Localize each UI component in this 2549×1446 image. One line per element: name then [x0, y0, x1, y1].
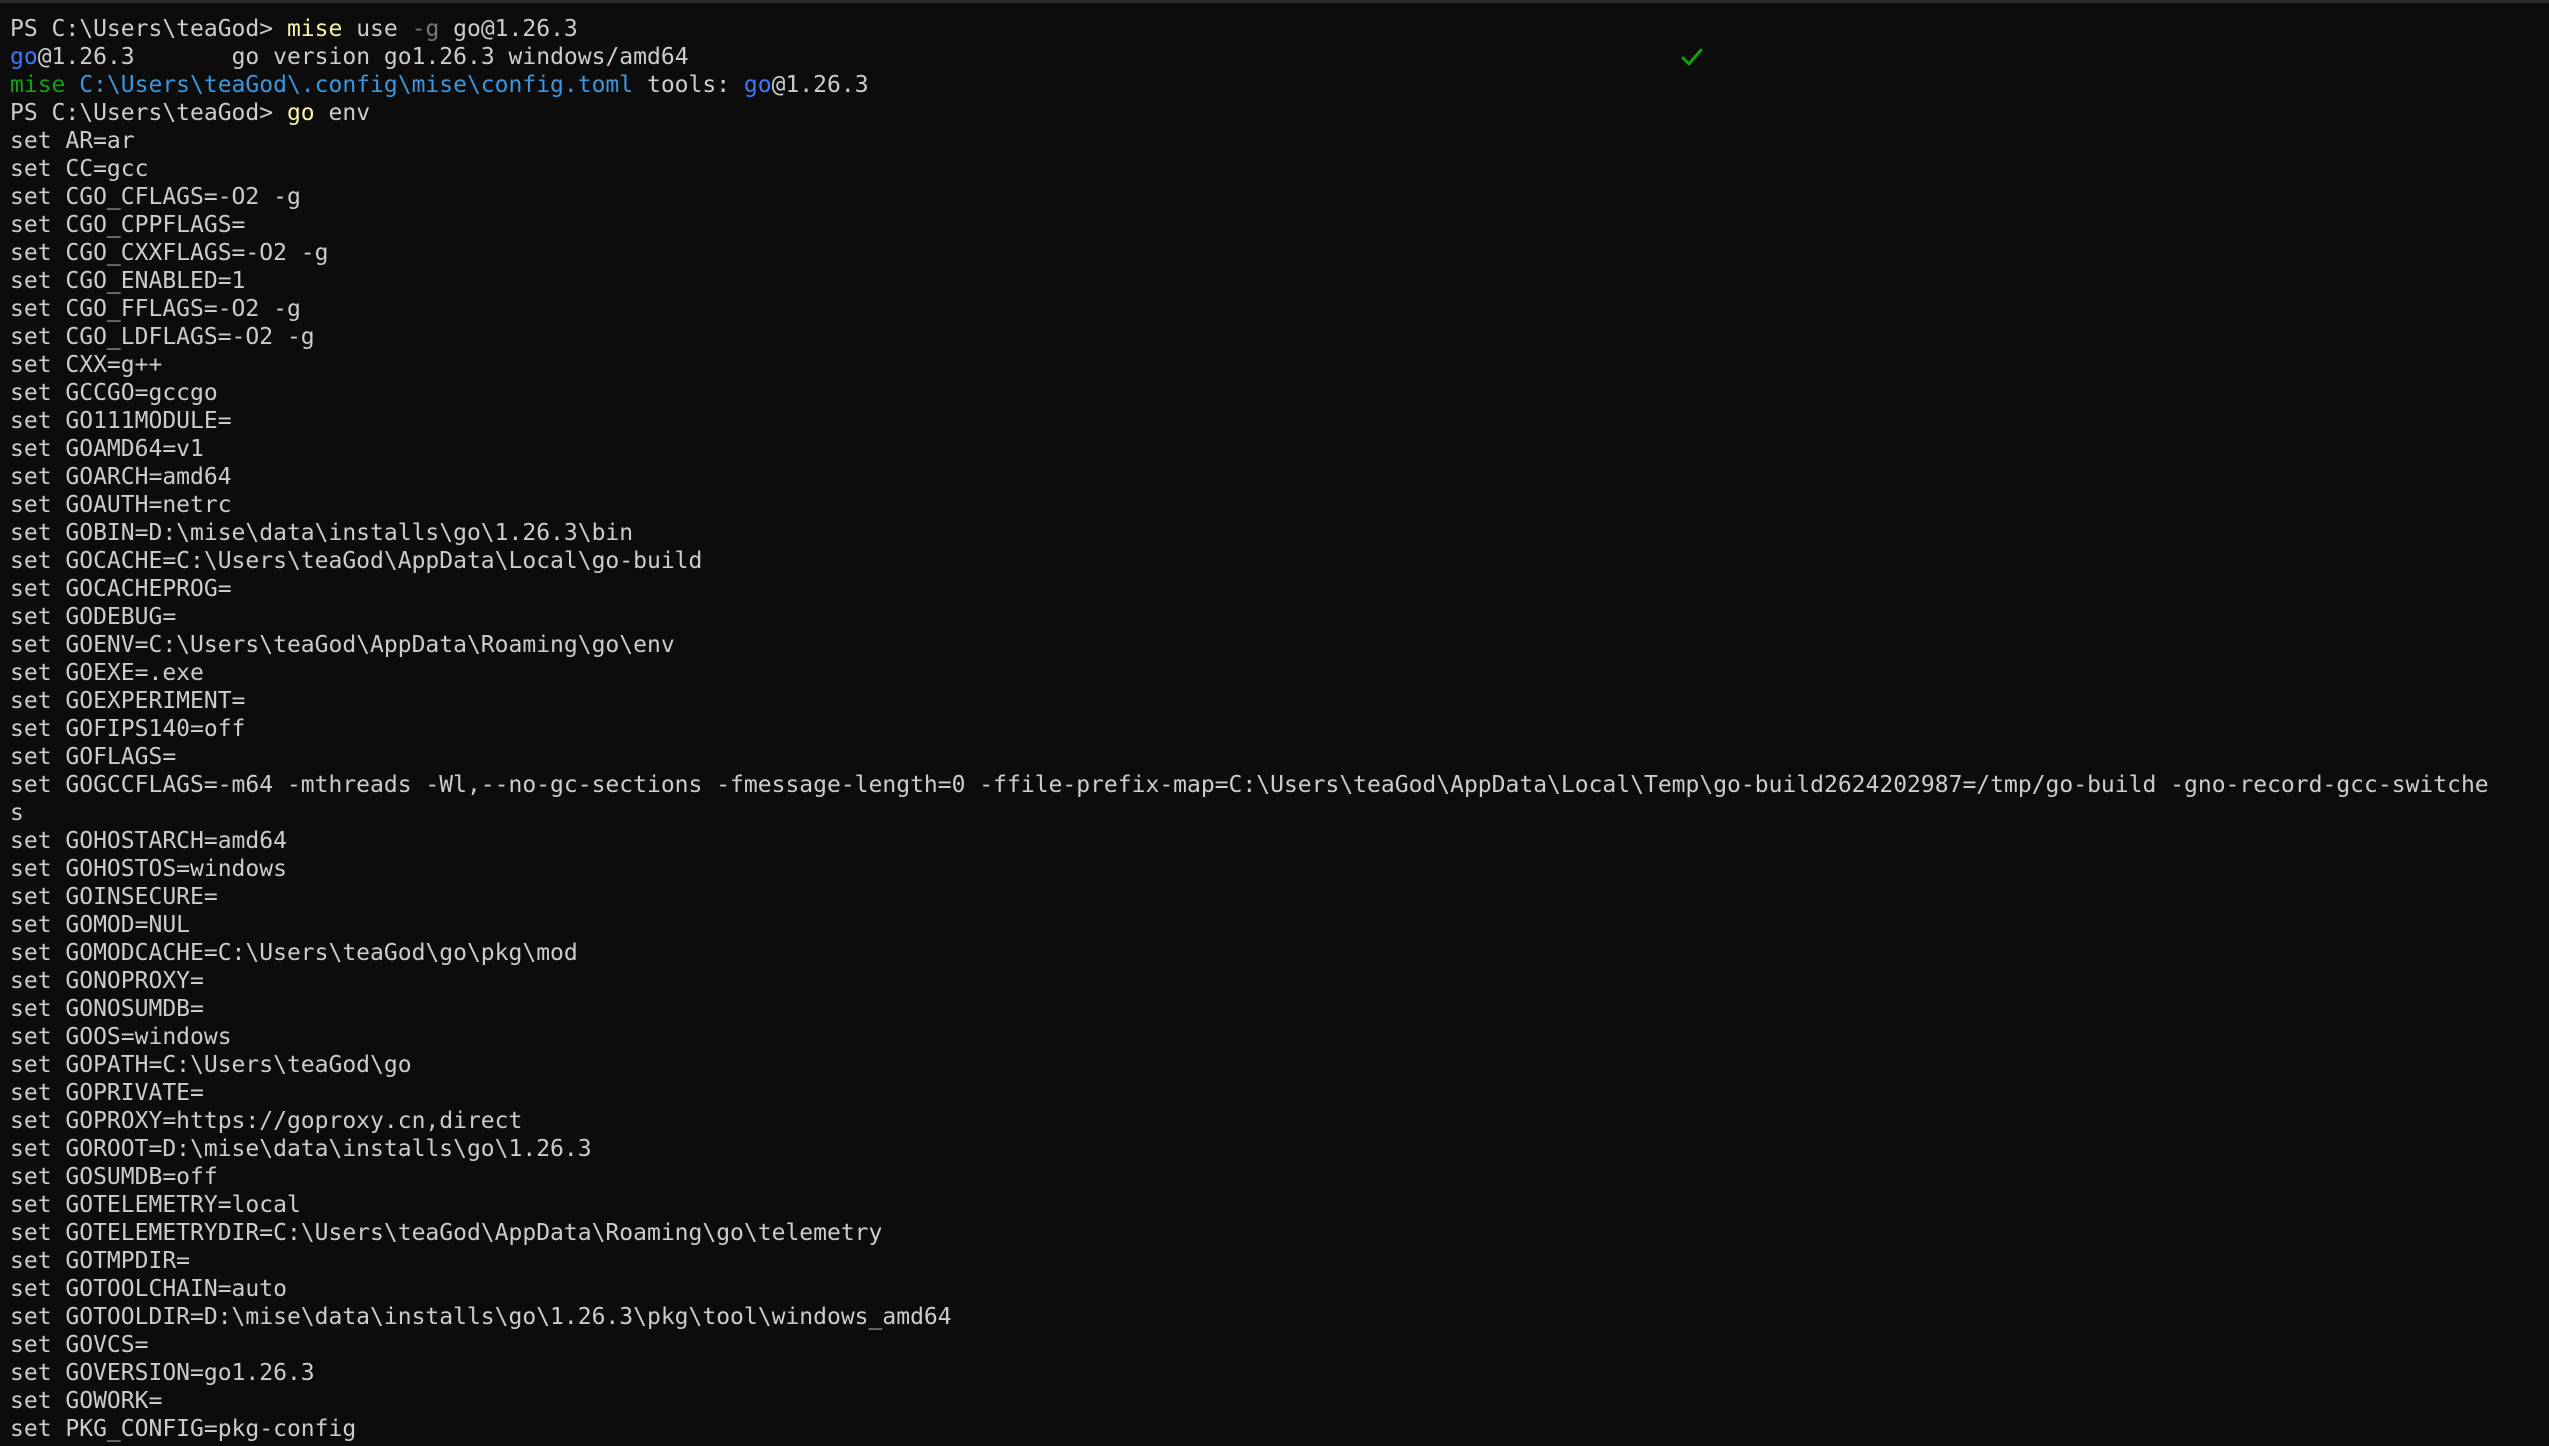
env-line: set GOPATH=C:\Users\teaGod\go — [10, 1052, 412, 1078]
env-line: set GOEXPERIMENT= — [10, 688, 246, 714]
tool-name: go — [10, 44, 38, 70]
command-argument: go@1.26.3 — [439, 16, 578, 42]
env-line: set GOARCH=amd64 — [10, 464, 232, 490]
env-line: set GO111MODULE= — [10, 408, 232, 434]
env-line: set GOAUTH=netrc — [10, 492, 232, 518]
env-line: set GOAMD64=v1 — [10, 436, 204, 462]
env-line: set GOTOOLCHAIN=auto — [10, 1276, 287, 1302]
env-line: set CC=gcc — [10, 156, 149, 182]
command-name: go — [286, 100, 315, 126]
env-line: set CGO_CXXFLAGS=-O2 -g — [10, 240, 329, 266]
mise-config-line: mise C:\Users\teaGod\.config\mise\config… — [10, 71, 2549, 99]
env-line: set GOFIPS140=off — [10, 716, 246, 742]
env-line: set GODEBUG= — [10, 604, 177, 630]
env-line: set GOBIN=D:\mise\data\installs\go\1.26.… — [10, 520, 634, 546]
env-line: set CGO_FFLAGS=-O2 -g — [10, 296, 301, 322]
env-line: set GOGCCFLAGS=-m64 -mthreads -Wl,--no-g… — [10, 772, 2489, 798]
env-line: set CGO_CFLAGS=-O2 -g — [10, 184, 301, 210]
env-line: set GOMOD=NUL — [10, 912, 191, 938]
mise-prefix: mise — [10, 72, 66, 98]
check-icon — [1681, 48, 1703, 66]
env-line: set GOPRIVATE= — [10, 1080, 204, 1106]
env-line: s — [10, 800, 24, 826]
config-tool-name: go — [743, 72, 772, 98]
env-line: set GOVCS= — [10, 1332, 149, 1358]
command-subcommand: use — [342, 16, 412, 42]
prompt-line-mise-use: PS C:\Users\teaGod> mise use -g go@1.26.… — [10, 15, 2549, 43]
env-line: set GOVERSION=go1.26.3 — [10, 1360, 315, 1386]
command-argument: env — [314, 100, 371, 126]
prompt-line-go-env: PS C:\Users\teaGod> go env — [10, 99, 2549, 127]
prompt-text: PS C:\Users\teaGod> — [10, 16, 287, 42]
tool-output: go version go1.26.3 windows/amd64 — [231, 44, 689, 70]
env-line: set GOHOSTARCH=amd64 — [10, 828, 287, 854]
env-line: set GOTMPDIR= — [10, 1248, 191, 1274]
command-flag: -g — [411, 16, 440, 42]
config-tool-version: @1.26.3 — [771, 72, 869, 98]
env-line: set CGO_LDFLAGS=-O2 -g — [10, 324, 315, 350]
env-line: set GOCACHE=C:\Users\teaGod\AppData\Loca… — [10, 548, 703, 574]
config-path: C:\Users\teaGod\.config\mise\config.toml — [65, 72, 634, 98]
config-tools-label: tools: — [633, 72, 744, 98]
env-line: set GOWORK= — [10, 1388, 163, 1414]
command-name: mise — [286, 16, 343, 42]
terminal-window[interactable]: PS C:\Users\teaGod> mise use -g go@1.26.… — [0, 0, 2549, 1446]
env-line: set GOSUMDB=off — [10, 1164, 218, 1190]
env-line: set GOTELEMETRY=local — [10, 1192, 301, 1218]
mise-result-line: go@1.26.3 go version go1.26.3 windows/am… — [10, 43, 2549, 71]
env-line: set GONOPROXY= — [10, 968, 204, 994]
result-gap — [135, 44, 232, 70]
env-line: set GOOS=windows — [10, 1024, 232, 1050]
env-line: set AR=ar — [10, 128, 135, 154]
env-line: set GOTELEMETRYDIR=C:\Users\teaGod\AppDa… — [10, 1220, 883, 1246]
prompt-text: PS C:\Users\teaGod> — [10, 100, 287, 126]
env-line: set CGO_CPPFLAGS= — [10, 212, 246, 238]
env-line: set CXX=g++ — [10, 352, 163, 378]
env-line: set CGO_ENABLED=1 — [10, 268, 246, 294]
env-line: set GOEXE=.exe — [10, 660, 204, 686]
env-line: set GOPROXY=https://goproxy.cn,direct — [10, 1108, 523, 1134]
env-line: set GOMODCACHE=C:\Users\teaGod\go\pkg\mo… — [10, 940, 578, 966]
env-line: set GOINSECURE= — [10, 884, 218, 910]
env-line: set GOTOOLDIR=D:\mise\data\installs\go\1… — [10, 1304, 952, 1330]
env-line: set PKG_CONFIG=pkg-config — [10, 1416, 357, 1442]
env-line: set GONOSUMDB= — [10, 996, 204, 1022]
go-env-output: set AR=ar set CC=gcc set CGO_CFLAGS=-O2 -g… — [10, 127, 2549, 1443]
env-line: set GOHOSTOS=windows — [10, 856, 287, 882]
tool-version: @1.26.3 — [37, 44, 135, 70]
env-line: set GOFLAGS= — [10, 744, 177, 770]
env-line: set GOENV=C:\Users\teaGod\AppData\Roamin… — [10, 632, 675, 658]
env-line: set GOCACHEPROG= — [10, 576, 232, 602]
env-line: set GCCGO=gccgo — [10, 380, 218, 406]
env-line: set GOROOT=D:\mise\data\installs\go\1.26… — [10, 1136, 592, 1162]
